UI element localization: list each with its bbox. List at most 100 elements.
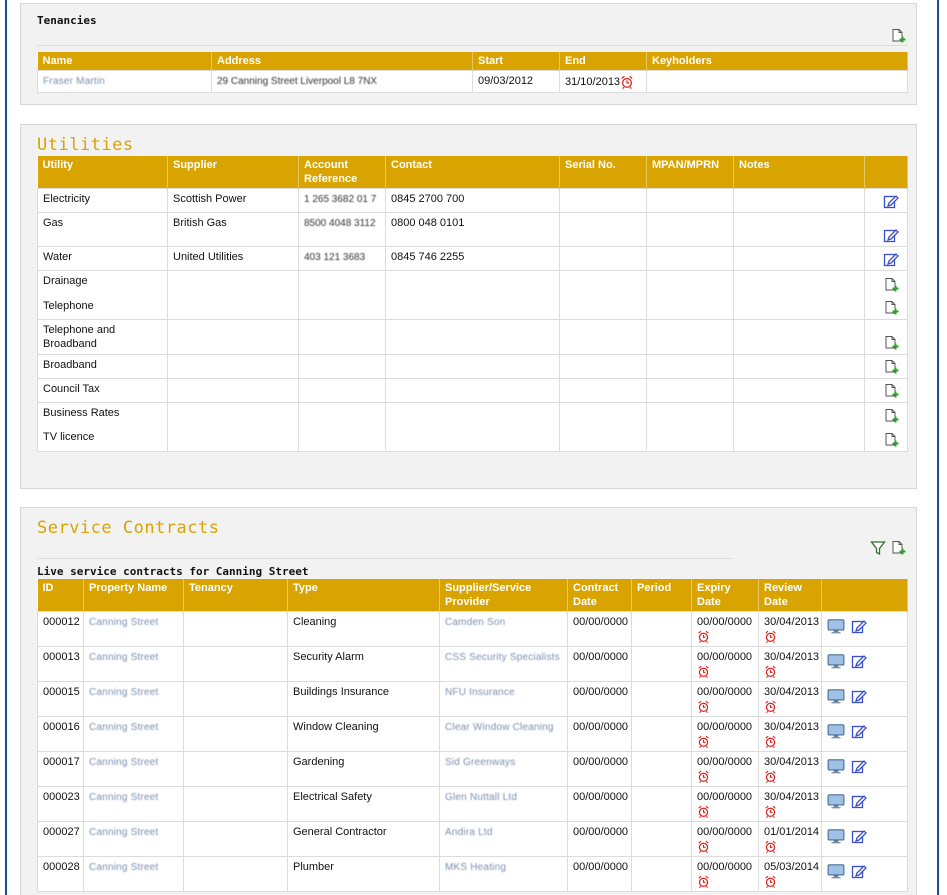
contract-review-date: 30/04/2013 bbox=[764, 791, 820, 803]
table-row: 000027 Canning Street General Contractor An… bbox=[37, 821, 908, 857]
add-document-icon[interactable] bbox=[883, 359, 899, 375]
alarm-clock-icon[interactable] bbox=[764, 665, 777, 678]
tenancies-header-row: Name Address Start End Keyholders bbox=[37, 52, 908, 71]
monitor-view-icon[interactable] bbox=[827, 617, 845, 635]
table-row: Business Rates bbox=[37, 402, 908, 427]
column-header[interactable]: Review Date bbox=[758, 579, 822, 612]
edit-icon[interactable] bbox=[883, 251, 899, 267]
alarm-clock-icon[interactable] bbox=[764, 840, 777, 853]
monitor-view-icon[interactable] bbox=[827, 652, 845, 670]
utility-contact: 0800 048 0101 bbox=[391, 217, 465, 229]
alarm-clock-icon[interactable] bbox=[697, 805, 710, 818]
edit-icon[interactable] bbox=[851, 863, 867, 879]
column-header[interactable]: Supplier bbox=[167, 156, 299, 189]
alarm-clock-icon[interactable] bbox=[697, 700, 710, 713]
contracts-header-row: ID Property Name Tenancy Type Supplier/S… bbox=[37, 579, 908, 612]
monitor-view-icon[interactable] bbox=[827, 757, 845, 775]
add-tenancy-icon[interactable] bbox=[890, 28, 906, 44]
edit-icon[interactable] bbox=[883, 227, 899, 243]
table-row: Electricity Scottish Power 1 265 3682 01 7… bbox=[37, 188, 908, 213]
monitor-view-icon[interactable] bbox=[827, 862, 845, 880]
divider bbox=[37, 45, 908, 46]
contract-expiry-date: 00/00/0000 bbox=[697, 791, 753, 803]
column-header[interactable]: Notes bbox=[733, 156, 865, 189]
edit-icon[interactable] bbox=[851, 828, 867, 844]
monitor-view-icon[interactable] bbox=[827, 792, 845, 810]
column-header[interactable]: Expiry Date bbox=[691, 579, 759, 612]
alarm-clock-icon[interactable] bbox=[697, 735, 710, 748]
column-header[interactable]: Tenancy bbox=[183, 579, 288, 612]
edit-icon[interactable] bbox=[851, 688, 867, 704]
contract-expiry-date: 00/00/0000 bbox=[697, 616, 753, 628]
alarm-clock-icon[interactable] bbox=[697, 840, 710, 853]
alarm-clock-icon[interactable] bbox=[764, 700, 777, 713]
contract-supplier-link: MKS Heating bbox=[445, 862, 507, 873]
contract-expiry-date: 00/00/0000 bbox=[697, 861, 753, 873]
column-header[interactable]: Utility bbox=[37, 156, 168, 189]
utilities-table: Utility Supplier Account Reference Conta… bbox=[37, 156, 908, 452]
column-header[interactable]: Property Name bbox=[83, 579, 184, 612]
column-header[interactable]: Name bbox=[37, 52, 212, 71]
contract-type: General Contractor bbox=[293, 826, 387, 838]
divider bbox=[37, 558, 732, 559]
alarm-clock-icon[interactable] bbox=[764, 735, 777, 748]
monitor-view-icon[interactable] bbox=[827, 722, 845, 740]
edit-icon[interactable] bbox=[851, 723, 867, 739]
table-row: Telephone and Broadband bbox=[37, 319, 908, 355]
service-contracts-title: Service Contracts bbox=[37, 518, 220, 538]
add-contract-icon[interactable] bbox=[890, 540, 906, 556]
contract-expiry-date: 00/00/0000 bbox=[697, 756, 753, 768]
tenancy-keyholders bbox=[646, 69, 908, 94]
column-header[interactable]: ID bbox=[37, 579, 84, 612]
alarm-clock-icon[interactable] bbox=[764, 630, 777, 643]
utility-name: Telephone bbox=[43, 299, 94, 312]
add-document-icon[interactable] bbox=[883, 432, 899, 448]
column-header[interactable]: Type bbox=[287, 579, 440, 612]
edit-icon[interactable] bbox=[883, 193, 899, 209]
add-document-icon[interactable] bbox=[883, 300, 899, 316]
column-header[interactable]: Account Reference bbox=[298, 156, 386, 189]
alarm-clock-icon[interactable] bbox=[764, 875, 777, 888]
column-header[interactable]: Period bbox=[631, 579, 692, 612]
add-document-icon[interactable] bbox=[883, 277, 899, 293]
column-header[interactable]: Address bbox=[211, 52, 473, 71]
column-header[interactable]: MPAN/MPRN bbox=[646, 156, 734, 189]
utility-name: Water bbox=[43, 251, 72, 263]
column-header[interactable]: Supplier/Service Provider bbox=[439, 579, 568, 612]
contract-review-date: 05/03/2014 bbox=[764, 861, 820, 873]
monitor-view-icon[interactable] bbox=[827, 687, 845, 705]
column-header[interactable]: Contact bbox=[385, 156, 560, 189]
column-header[interactable]: Serial No. bbox=[559, 156, 647, 189]
edit-icon[interactable] bbox=[851, 758, 867, 774]
contract-supplier-link: Camden Son bbox=[445, 617, 506, 628]
edit-icon[interactable] bbox=[851, 618, 867, 634]
alarm-clock-icon[interactable] bbox=[620, 75, 634, 89]
column-header[interactable]: End bbox=[559, 52, 647, 71]
alarm-clock-icon[interactable] bbox=[697, 630, 710, 643]
edit-icon[interactable] bbox=[851, 793, 867, 809]
add-document-icon[interactable] bbox=[883, 383, 899, 399]
column-header[interactable]: Start bbox=[472, 52, 560, 71]
column-header[interactable]: Contract Date bbox=[567, 579, 632, 612]
filter-icon[interactable] bbox=[870, 540, 886, 556]
alarm-clock-icon[interactable] bbox=[697, 875, 710, 888]
tenancies-title: Tenancies bbox=[37, 14, 97, 27]
add-document-icon[interactable] bbox=[883, 408, 899, 424]
table-row: 000017 Canning Street Gardening Sid Greenwa… bbox=[37, 751, 908, 787]
table-row: 000023 Canning Street Electrical Safety Gle… bbox=[37, 786, 908, 822]
alarm-clock-icon[interactable] bbox=[764, 805, 777, 818]
edit-icon[interactable] bbox=[851, 653, 867, 669]
monitor-view-icon[interactable] bbox=[827, 827, 845, 845]
utility-contact: 0845 746 2255 bbox=[391, 251, 465, 263]
contract-expiry-date: 00/00/0000 bbox=[697, 651, 753, 663]
tenancy-start: 09/03/2012 bbox=[472, 69, 560, 94]
add-document-icon[interactable] bbox=[883, 335, 899, 351]
alarm-clock-icon[interactable] bbox=[697, 665, 710, 678]
contract-id: 000013 bbox=[43, 651, 80, 663]
contract-property-link: Canning Street bbox=[89, 757, 159, 768]
alarm-clock-icon[interactable] bbox=[764, 770, 777, 783]
alarm-clock-icon[interactable] bbox=[697, 770, 710, 783]
column-header[interactable]: Keyholders bbox=[646, 52, 908, 71]
contract-type: Plumber bbox=[293, 861, 334, 873]
tenant-name-link[interactable]: Fraser Martin bbox=[43, 76, 105, 87]
